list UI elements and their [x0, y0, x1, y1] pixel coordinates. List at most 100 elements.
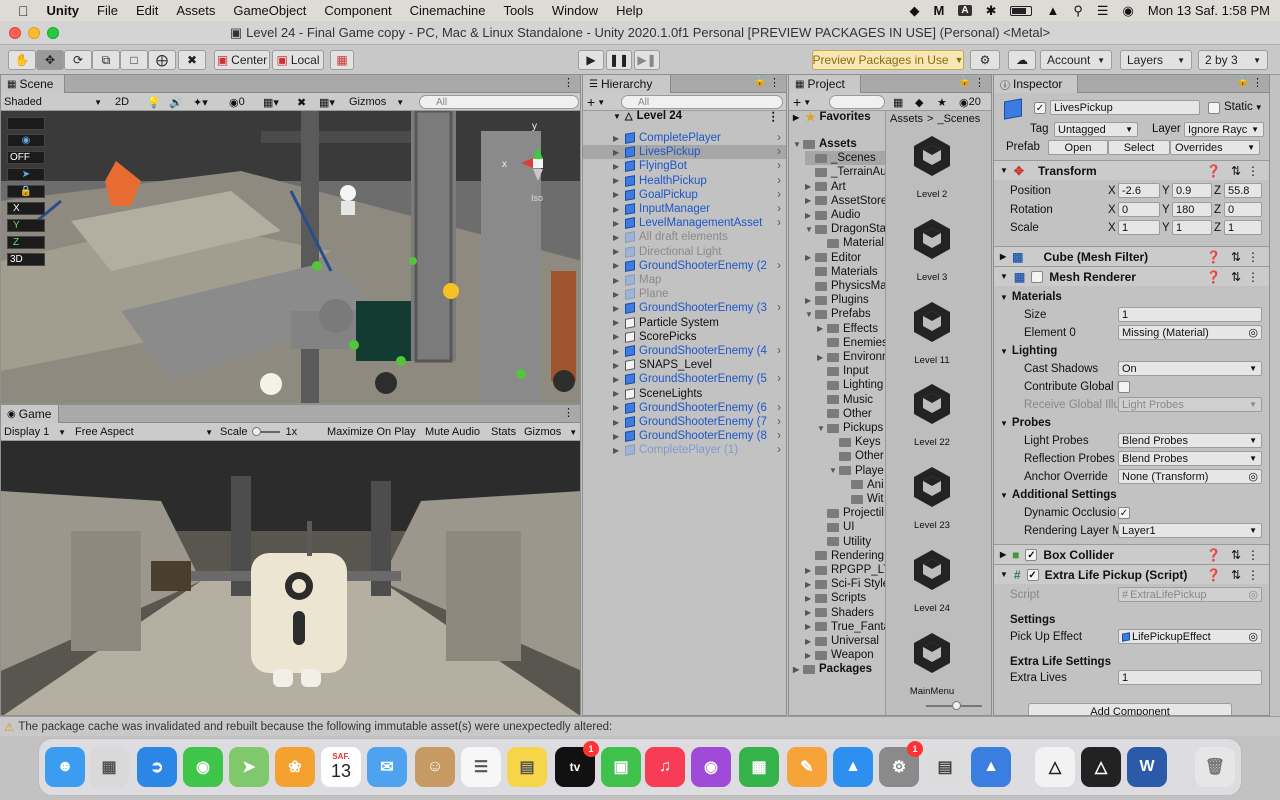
- project-folder-item[interactable]: ▼ Pickups: [817, 421, 883, 435]
- project-folder-item[interactable]: ▼ Playe: [829, 464, 884, 478]
- menu-assets[interactable]: Assets: [167, 3, 224, 18]
- project-folder-item[interactable]: Other: [829, 449, 884, 463]
- scale-y-field[interactable]: 1: [1172, 220, 1212, 235]
- mute-audio-toggle[interactable]: Mute Audio: [425, 424, 480, 440]
- contribute-gi-checkbox[interactable]: [1118, 381, 1130, 393]
- presets-icon[interactable]: ⇅: [1231, 548, 1241, 562]
- siri-icon[interactable]: ◉: [1123, 3, 1134, 19]
- project-folder-item[interactable]: Materials: [805, 265, 878, 279]
- camera-dropdown-icon[interactable]: ▦▾: [319, 94, 335, 110]
- project-folder-item[interactable]: ▶ Environn: [817, 350, 888, 364]
- project-folder-item[interactable]: ▶ Audio: [805, 208, 860, 222]
- overlay-3d-toggle[interactable]: 3D: [7, 253, 45, 266]
- hierarchy-item[interactable]: ▶ GroundShooterEnemy (3 ›: [583, 301, 786, 315]
- numbers-icon[interactable]: ▦: [739, 747, 779, 787]
- open-prefab-chevron-icon[interactable]: ›: [777, 402, 781, 414]
- pivot-center-toggle[interactable]: ▣ Center: [214, 50, 270, 70]
- project-folder-item[interactable]: ▶ Universal: [805, 634, 879, 648]
- chevron-right-icon[interactable]: ▶: [613, 190, 619, 199]
- lighting-toggle-icon[interactable]: 💡: [147, 94, 161, 110]
- stats-toggle[interactable]: Stats: [491, 424, 516, 440]
- favorite-star-icon[interactable]: ★: [937, 94, 947, 110]
- display-dropdown[interactable]: Display 1 ▼: [4, 424, 66, 440]
- mail-icon[interactable]: M: [933, 3, 944, 18]
- scene-asset-item[interactable]: Level 2: [886, 131, 978, 200]
- open-prefab-chevron-icon[interactable]: ›: [777, 217, 781, 229]
- chevron-right-icon[interactable]: ▶: [805, 211, 815, 220]
- play-button[interactable]: ▶: [578, 50, 604, 70]
- help-icon[interactable]: ❓: [1206, 164, 1221, 178]
- menu-tools[interactable]: Tools: [494, 3, 542, 18]
- prefab-overrides-dropdown[interactable]: Overrides ▼: [1170, 140, 1260, 155]
- chevron-down-icon[interactable]: ▼: [805, 225, 815, 234]
- game-viewport[interactable]: [1, 441, 581, 716]
- project-folder-item[interactable]: ▶ Art: [805, 180, 846, 194]
- mail-app-icon[interactable]: ✉: [367, 747, 407, 787]
- hidden-objects-toggle[interactable]: ◉ 0: [229, 94, 245, 110]
- project-folder-item[interactable]: PhysicsMa: [805, 279, 887, 293]
- open-prefab-chevron-icon[interactable]: ›: [777, 260, 781, 272]
- calendar-icon[interactable]: SAF. 13: [321, 747, 361, 787]
- tab-game[interactable]: ◉ Game: [1, 405, 59, 423]
- project-search-input[interactable]: [829, 95, 885, 109]
- transform-header[interactable]: ▼ ✥ Transform ❓ ⇅ ⋮: [994, 160, 1269, 180]
- audio-toggle-icon[interactable]: 🔊: [169, 94, 183, 110]
- overlay-arrow-icon[interactable]: ➤: [7, 168, 45, 181]
- zoom-slider[interactable]: [926, 701, 982, 710]
- breadcrumb-assets[interactable]: Assets: [890, 113, 923, 125]
- project-folder-item[interactable]: UI: [817, 520, 855, 534]
- unity-hub-icon[interactable]: △: [1035, 747, 1075, 787]
- scene-search-input[interactable]: All: [419, 95, 579, 109]
- tag-dropdown[interactable]: Untagged ▼: [1054, 122, 1138, 137]
- hierarchy-item[interactable]: ▶ GroundShooterEnemy (6 ›: [583, 401, 786, 415]
- component-menu-icon[interactable]: ⋮: [1247, 548, 1259, 562]
- chevron-down-icon[interactable]: ▼: [805, 310, 815, 319]
- menu-gameobject[interactable]: GameObject: [224, 3, 315, 18]
- hierarchy-item[interactable]: ▶ Particle System: [583, 316, 786, 330]
- prefab-select-button[interactable]: Select: [1108, 140, 1170, 155]
- extra-life-script-header[interactable]: ▼ # ✓ Extra Life Pickup (Script) ❓ ⇅ ⋮: [994, 564, 1269, 584]
- overlay-button-1[interactable]: [7, 117, 45, 130]
- hierarchy-item[interactable]: ▶ GroundShooterEnemy (2 ›: [583, 259, 786, 273]
- hierarchy-item[interactable]: ▶ Map: [583, 273, 786, 287]
- chevron-right-icon[interactable]: ▶: [613, 361, 619, 370]
- project-folder-item[interactable]: ▶ Shaders: [805, 606, 874, 620]
- hierarchy-item[interactable]: ▶ InputManager ›: [583, 202, 786, 216]
- panel-menu-icon[interactable]: ⋮: [974, 76, 985, 89]
- overlay-y-toggle[interactable]: Y: [7, 219, 45, 232]
- chevron-right-icon[interactable]: ▶: [613, 148, 619, 157]
- music-icon[interactable]: ♫: [645, 747, 685, 787]
- hierarchy-item[interactable]: ▶ CompletePlayer (1) ›: [583, 443, 786, 457]
- open-prefab-chevron-icon[interactable]: ›: [777, 203, 781, 215]
- battery-icon[interactable]: [1010, 5, 1033, 16]
- project-folder-item[interactable]: ▶ Editor: [805, 251, 861, 265]
- project-folder-item[interactable]: Keys: [829, 435, 881, 449]
- rotation-y-field[interactable]: 180: [1172, 202, 1212, 217]
- tab-inspector[interactable]: ⓘ Inspector: [994, 75, 1078, 93]
- project-folder-item[interactable]: _TerrainAu: [805, 165, 887, 179]
- control-center-icon[interactable]: ☰: [1097, 3, 1109, 19]
- facetime-icon[interactable]: ▣: [601, 747, 641, 787]
- scene-asset-item[interactable]: Level 24: [886, 545, 978, 614]
- project-folder-item[interactable]: Enemies: [817, 336, 888, 350]
- slider-thumb[interactable]: [251, 427, 261, 436]
- project-folder-item[interactable]: ▶ Packages: [793, 662, 872, 676]
- menu-cinemachine[interactable]: Cinemachine: [401, 3, 495, 18]
- mesh-filter-header[interactable]: ▶ ▦ Cube (Mesh Filter) ❓ ⇅ ⋮: [994, 246, 1269, 266]
- overlay-z-toggle[interactable]: Z: [7, 236, 45, 249]
- hierarchy-item[interactable]: ▶ ScorePicks: [583, 330, 786, 344]
- help-icon[interactable]: ❓: [1206, 250, 1221, 264]
- chevron-right-icon[interactable]: ▶: [817, 324, 827, 333]
- project-folder-item[interactable]: Wit: [841, 492, 884, 506]
- open-prefab-chevron-icon[interactable]: ›: [777, 373, 781, 385]
- active-checkbox[interactable]: ✓: [1034, 102, 1046, 114]
- hierarchy-item[interactable]: ▶ LevelManagementAsset ›: [583, 216, 786, 230]
- panel-menu-icon[interactable]: ⋮: [563, 76, 574, 89]
- project-folder-item[interactable]: Projectil: [817, 506, 884, 520]
- chevron-right-icon[interactable]: ▶: [805, 608, 815, 617]
- app-menu[interactable]: Unity: [38, 3, 89, 18]
- script-enabled-checkbox[interactable]: ✓: [1026, 568, 1039, 581]
- scale-z-field[interactable]: 1: [1224, 220, 1262, 235]
- scale-x-field[interactable]: 1: [1118, 220, 1160, 235]
- chevron-down-icon[interactable]: ▼: [793, 140, 803, 149]
